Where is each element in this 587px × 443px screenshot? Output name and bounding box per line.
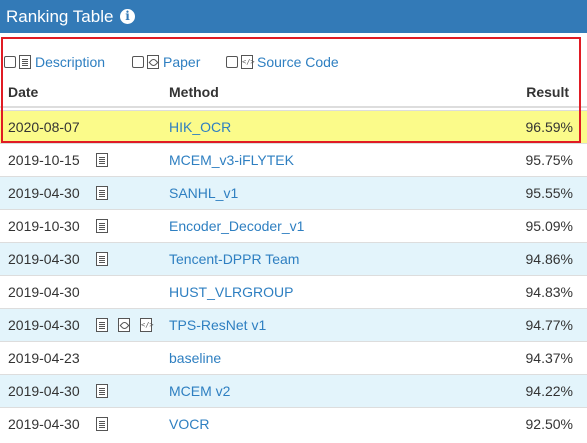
row-resource-icons bbox=[96, 252, 108, 266]
filter-source-code[interactable]: </> Source Code bbox=[226, 54, 339, 70]
column-header-method[interactable]: Method bbox=[169, 84, 219, 100]
row-resource-icons: </> bbox=[96, 318, 154, 332]
filter-description-label: Description bbox=[35, 54, 106, 70]
row-method-link[interactable]: MCEM v2 bbox=[169, 383, 230, 399]
document-icon[interactable] bbox=[96, 318, 108, 332]
row-result: 95.55% bbox=[525, 185, 573, 201]
row-method-link[interactable]: HIK_OCR bbox=[169, 119, 231, 135]
row-method-link[interactable]: VOCR bbox=[169, 416, 209, 432]
row-resource-icons bbox=[96, 186, 108, 200]
table-row[interactable]: 2020-08-07 HIK_OCR 96.59% bbox=[0, 110, 587, 143]
row-method-link[interactable]: SANHL_v1 bbox=[169, 185, 238, 201]
row-result: 94.37% bbox=[525, 350, 573, 366]
row-method-link[interactable]: HUST_VLRGROUP bbox=[169, 284, 293, 300]
table-row[interactable]: 2019-04-30 MCEM v2 94.22% bbox=[0, 374, 587, 407]
filter-paper-label: Paper bbox=[163, 54, 201, 70]
document-icon[interactable] bbox=[96, 252, 108, 266]
row-resource-icons bbox=[96, 219, 108, 233]
row-result: 96.59% bbox=[525, 119, 573, 135]
ranking-table-title: Ranking Table bbox=[6, 7, 114, 26]
description-checkbox[interactable] bbox=[4, 56, 16, 68]
row-date: 2019-04-30 bbox=[8, 185, 80, 201]
row-result: 94.86% bbox=[525, 251, 573, 267]
row-resource-icons bbox=[96, 384, 108, 398]
row-result: 94.77% bbox=[525, 317, 573, 333]
row-resource-icons bbox=[96, 417, 108, 431]
document-icon bbox=[19, 55, 31, 69]
row-date: 2019-04-30 bbox=[8, 416, 80, 432]
row-date: 2019-04-30 bbox=[8, 284, 80, 300]
source-code-checkbox[interactable] bbox=[226, 56, 238, 68]
table-row[interactable]: 2019-04-30 HUST_VLRGROUP 94.83% bbox=[0, 275, 587, 308]
row-result: 95.09% bbox=[525, 218, 573, 234]
table-row[interactable]: 2019-10-30 Encoder_Decoder_v1 95.09% bbox=[0, 209, 587, 242]
table-row[interactable]: 2019-04-30 SANHL_v1 95.55% bbox=[0, 176, 587, 209]
table-row[interactable]: 2019-04-30 Tencent-DPPR Team 94.86% bbox=[0, 242, 587, 275]
row-date: 2020-08-07 bbox=[8, 119, 80, 135]
pdf-icon[interactable] bbox=[118, 318, 130, 332]
paper-checkbox[interactable] bbox=[132, 56, 144, 68]
code-file-icon[interactable]: </> bbox=[140, 318, 154, 332]
row-method-link[interactable]: TPS-ResNet v1 bbox=[169, 317, 266, 333]
document-icon[interactable] bbox=[96, 186, 108, 200]
table-row[interactable]: 2019-10-15 MCEM_v3-iFLYTEK 95.75% bbox=[0, 143, 587, 176]
pdf-icon bbox=[147, 55, 159, 69]
filter-description[interactable]: Description bbox=[4, 54, 105, 70]
filter-source-code-label: Source Code bbox=[257, 54, 339, 70]
row-resource-icons bbox=[96, 153, 108, 167]
column-header-date[interactable]: Date bbox=[8, 84, 38, 100]
row-method-link[interactable]: Encoder_Decoder_v1 bbox=[169, 218, 304, 234]
ranking-table-header: Ranking Table i bbox=[0, 0, 587, 33]
row-result: 94.83% bbox=[525, 284, 573, 300]
row-date: 2019-10-15 bbox=[8, 152, 80, 168]
info-circle-icon[interactable]: i bbox=[120, 9, 135, 24]
row-date: 2019-04-30 bbox=[8, 317, 80, 333]
document-icon[interactable] bbox=[96, 384, 108, 398]
document-icon[interactable] bbox=[96, 219, 108, 233]
row-result: 94.22% bbox=[525, 383, 573, 399]
row-method-link[interactable]: Tencent-DPPR Team bbox=[169, 251, 299, 267]
table-row[interactable]: 2019-04-30 </> TPS-ResNet v1 94.77% bbox=[0, 308, 587, 341]
filter-paper[interactable]: Paper bbox=[132, 54, 200, 70]
row-date: 2019-04-30 bbox=[8, 383, 80, 399]
row-result: 92.50% bbox=[525, 416, 573, 432]
row-method-link[interactable]: MCEM_v3-iFLYTEK bbox=[169, 152, 294, 168]
table-row[interactable]: 2019-04-30 VOCR 92.50% bbox=[0, 407, 587, 440]
document-icon[interactable] bbox=[96, 417, 108, 431]
table-row[interactable]: 2019-04-23 baseline 94.37% bbox=[0, 341, 587, 374]
table-header-row: Date Method Result bbox=[0, 80, 587, 108]
document-icon[interactable] bbox=[96, 153, 108, 167]
column-header-result[interactable]: Result bbox=[526, 84, 569, 100]
row-result: 95.75% bbox=[525, 152, 573, 168]
code-file-icon: </> bbox=[241, 55, 255, 69]
row-date: 2019-04-30 bbox=[8, 251, 80, 267]
row-date: 2019-04-23 bbox=[8, 350, 80, 366]
row-date: 2019-10-30 bbox=[8, 218, 80, 234]
row-method-link[interactable]: baseline bbox=[169, 350, 221, 366]
